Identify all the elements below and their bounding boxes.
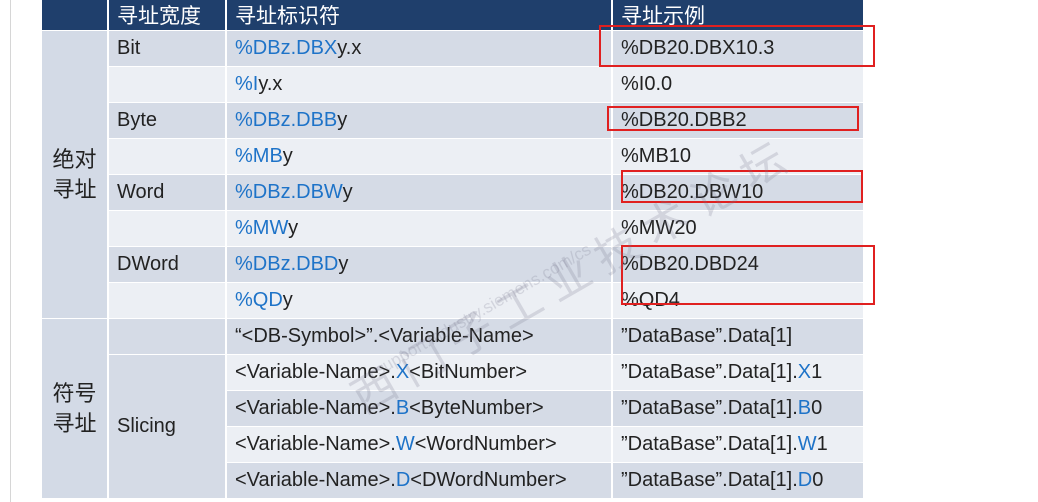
identifier-slice-letter: W	[395, 433, 415, 455]
example-part: 0	[811, 397, 823, 419]
identifier-slice-letter: D	[395, 469, 411, 491]
example-part: 0	[812, 469, 824, 491]
example-cell: ”DataBase”.Data[1].X1	[612, 354, 865, 391]
identifier-cell: <Variable-Name>.D<DWordNumber>	[226, 462, 613, 499]
identifier-prefix: %DBz.DBB	[235, 109, 338, 131]
identifier-cell: %MBy	[226, 138, 613, 175]
width-bit: Bit	[108, 30, 227, 67]
identifier-prefix: %DBz.DBD	[235, 253, 339, 275]
header-address-width: 寻址宽度	[108, 0, 227, 31]
example-cell: ”DataBase”.Data[1].B0	[612, 390, 865, 427]
example-part: ”DataBase”.Data[1].	[621, 397, 798, 419]
header-blank	[42, 0, 109, 31]
group-label-symbolic: 符号 寻址	[52, 380, 97, 436]
identifier-cell: %DBz.DBXy.x	[226, 30, 613, 67]
example-slice-letter: W	[797, 433, 817, 455]
identifier-prefix: %DBz.DBW	[235, 181, 343, 203]
identifier-rest: y	[337, 109, 348, 131]
identifier-cell: %Iy.x	[226, 66, 613, 103]
group-symbolic-addressing: 符号 寻址	[42, 318, 109, 499]
example-part: 1	[816, 433, 828, 455]
example-part: ”DataBase”.Data[1].	[621, 361, 798, 383]
example-cell: ”DataBase”.Data[1].W1	[612, 426, 865, 463]
identifier-cell: %DBz.DBBy	[226, 102, 613, 139]
example-cell: ”DataBase”.Data[1].D0	[612, 462, 865, 499]
identifier-rest: y	[342, 181, 353, 203]
example-slice-letter: B	[797, 397, 812, 419]
example-slice-letter: X	[797, 361, 812, 383]
identifier-rest: y.x	[258, 73, 283, 95]
identifier-rest: y	[288, 217, 299, 239]
width-byte: Byte	[108, 102, 227, 139]
identifier-part: <ByteNumber>	[409, 397, 544, 419]
left-border-line	[10, 0, 11, 502]
group-absolute-addressing: 绝对 寻址	[42, 30, 109, 319]
identifier-prefix: %MB	[235, 145, 283, 167]
width-word: Word	[108, 174, 227, 211]
example-part: 1	[811, 361, 823, 383]
example-slice-letter: D	[797, 469, 813, 491]
identifier-prefix: %QD	[235, 289, 283, 311]
width-empty	[108, 210, 227, 247]
header-address-identifier: 寻址标识符	[226, 0, 613, 31]
identifier-prefix: %MW	[235, 217, 289, 239]
width-empty	[108, 282, 227, 319]
addressing-table: 寻址宽度 寻址标识符 寻址示例 绝对 寻址 Bit %DBz.DBXy.x %D…	[42, 0, 865, 499]
identifier-cell: <Variable-Name>.W<WordNumber>	[226, 426, 613, 463]
example-cell: %I0.0	[612, 66, 865, 103]
width-empty	[108, 138, 227, 175]
identifier-prefix: %DBz.DBX	[235, 37, 338, 59]
example-cell: ”DataBase”.Data[1]	[612, 318, 865, 355]
highlight-box-byte	[607, 106, 859, 131]
identifier-prefix: %I	[235, 73, 259, 95]
identifier-part: <Variable-Name>.	[235, 469, 396, 491]
group-label-absolute: 绝对 寻址	[52, 146, 97, 202]
table-row: %Iy.x %I0.0	[42, 66, 865, 103]
identifier-rest: y.x	[337, 37, 362, 59]
identifier-rest: y	[282, 289, 293, 311]
identifier-cell: %DBz.DBWy	[226, 174, 613, 211]
example-part: ”DataBase”.Data[1].	[621, 433, 798, 455]
width-dword: DWord	[108, 246, 227, 283]
identifier-rest: y	[338, 253, 349, 275]
width-empty	[108, 66, 227, 103]
table-row: %MWy %MW20	[42, 210, 865, 247]
identifier-cell: %MWy	[226, 210, 613, 247]
width-slicing: Slicing	[108, 354, 227, 499]
width-empty	[108, 318, 227, 355]
identifier-part: <DWordNumber>	[410, 469, 567, 491]
identifier-part: <Variable-Name>.	[235, 433, 396, 455]
example-part: ”DataBase”.Data[1].	[621, 469, 798, 491]
highlight-box-bit	[599, 25, 875, 67]
identifier-rest: y	[282, 145, 293, 167]
identifier-part: <WordNumber>	[414, 433, 557, 455]
